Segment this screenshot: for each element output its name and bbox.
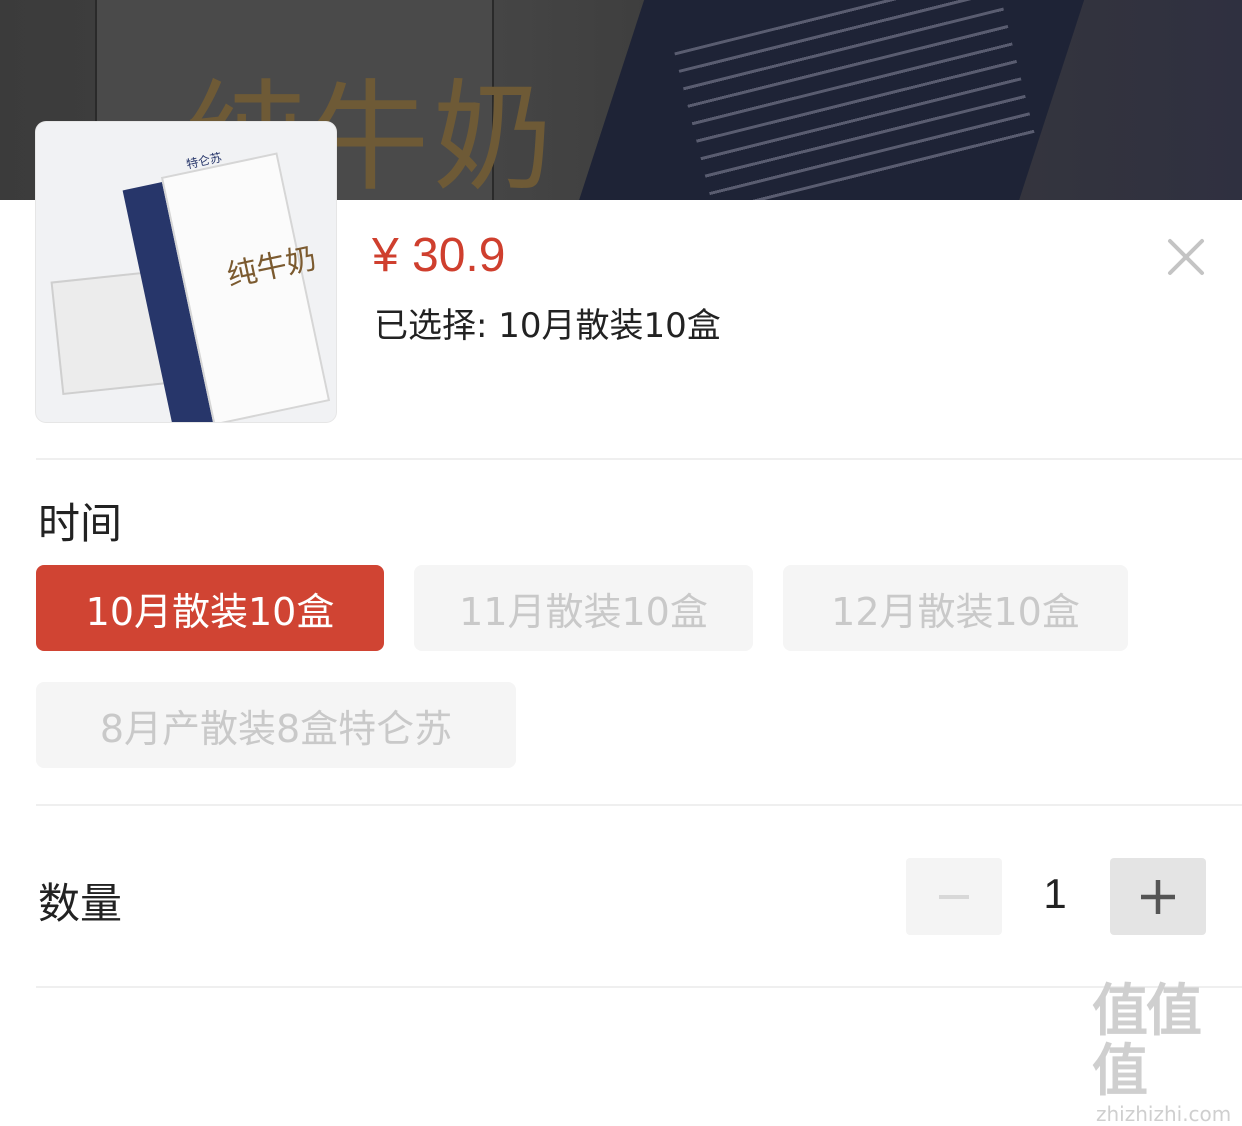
product-thumbnail: 特仑苏 纯牛奶	[36, 122, 336, 422]
quantity-decrease-button[interactable]	[906, 858, 1002, 935]
spec-section-label: 时间	[38, 499, 123, 548]
watermark-url: zhizhizhi.com	[1096, 1102, 1232, 1126]
quantity-increase-button[interactable]	[1110, 858, 1206, 935]
close-button[interactable]	[1162, 233, 1210, 281]
divider	[36, 804, 1242, 806]
watermark: 值值值 zhizhizhi.com	[1092, 982, 1242, 1126]
product-price: ¥ 30.9	[372, 229, 506, 282]
watermark-logo: 值值值	[1092, 979, 1202, 1104]
spec-option-nov[interactable]: 11月散装10盒	[414, 565, 753, 651]
spec-option-dec[interactable]: 12月散装10盒	[783, 565, 1128, 651]
spec-option-aug-telunsu[interactable]: 8月产散装8盒特仑苏	[36, 682, 516, 768]
quantity-value[interactable]: 1	[1010, 870, 1100, 918]
spec-option-oct[interactable]: 10月散装10盒	[36, 565, 384, 651]
selected-spec-text: 已选择: 10月散装10盒	[374, 306, 721, 346]
quantity-label: 数量	[38, 879, 123, 928]
divider	[36, 458, 1242, 460]
divider	[36, 986, 1242, 988]
minus-icon	[939, 894, 969, 899]
close-icon	[1168, 239, 1204, 275]
plus-icon	[1141, 879, 1175, 914]
